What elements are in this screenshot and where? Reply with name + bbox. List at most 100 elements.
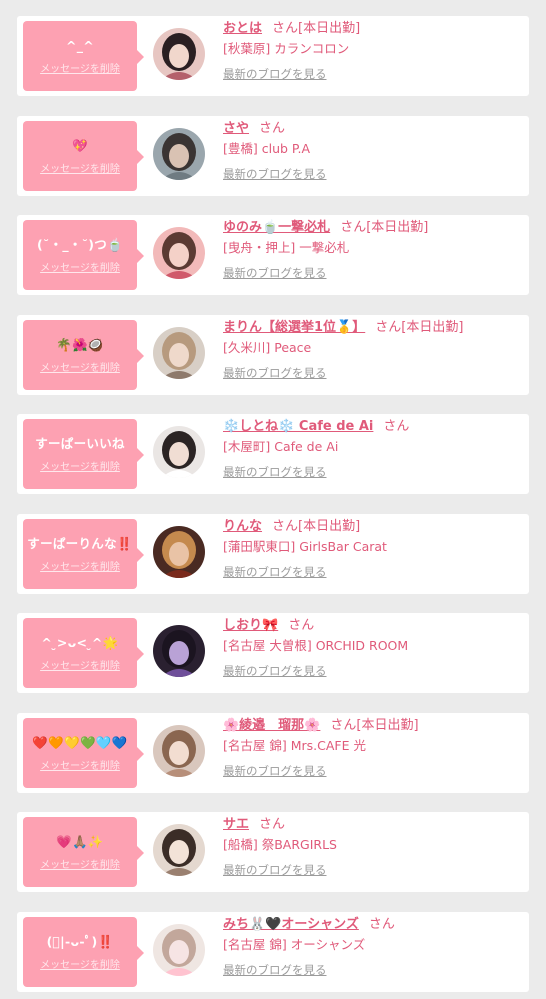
honorific: さん (383, 419, 410, 434)
message-list: ^_^ メッセージを削除 おとは さん[本日出勤] [秋葉原] カランコロン 最新… (0, 0, 546, 999)
avatar[interactable] (153, 725, 205, 777)
avatar[interactable] (153, 426, 205, 478)
profile-name-link[interactable]: まりん【総選挙1位🥇】 (223, 320, 365, 335)
message-card: (ﾟ|-ᴗ-ﾟ)‼️ メッセージを削除 みち🐰🖤オーシャンズ さん [名古屋 錦]… (17, 912, 529, 992)
delete-message-link[interactable]: メッセージを削除 (23, 259, 137, 274)
delete-message-link[interactable]: メッセージを削除 (23, 558, 137, 573)
profile-name-link[interactable]: りんな (223, 519, 262, 534)
status-badge: [本日出勤] (366, 220, 429, 235)
message-card: ^ ̮>ᴗ< ̮^🌟 メッセージを削除 しおり🎀 さん [名古屋 大曽根] ORC… (17, 613, 529, 693)
message-text: すーぱーいいね (35, 436, 125, 451)
latest-blog-link[interactable]: 最新のブログを見る (223, 663, 327, 679)
message-bubble: ^_^ メッセージを削除 (23, 21, 144, 91)
message-bubble: すーぱーりんな‼️ メッセージを削除 (23, 519, 144, 589)
message-text: 🌴🌺🥥 (56, 337, 104, 352)
delete-message-link[interactable]: メッセージを削除 (23, 856, 137, 871)
avatar[interactable] (153, 227, 205, 279)
avatar-photo (153, 28, 205, 80)
name-line: サエ さん (223, 814, 523, 835)
message-card: 💗🙏🏽✨ メッセージを削除 サエ さん [船橋] 祭BARGIRLS 最新のブログ… (17, 812, 529, 892)
latest-blog-link[interactable]: 最新のブログを見る (223, 464, 327, 480)
avatar-photo (153, 526, 205, 578)
shop-name: [名古屋 錦] Mrs.CAFE 光 (223, 738, 366, 753)
latest-blog-link[interactable]: 最新のブログを見る (223, 962, 327, 978)
delete-message-link[interactable]: メッセージを削除 (23, 956, 137, 971)
message-bubble: 💗🙏🏽✨ メッセージを削除 (23, 817, 144, 887)
status-badge: [本日出勤] (298, 519, 361, 534)
name-line: りんな さん[本日出勤] (223, 516, 523, 537)
avatar[interactable] (153, 924, 205, 976)
profile-info: ゆのみ🍵一撃必札 さん[本日出勤] [曳舟・押上] 一撃必札 最新のブログを見る (223, 217, 523, 281)
avatar[interactable] (153, 128, 205, 180)
profile-name-link[interactable]: ゆのみ🍵一撃必札 (223, 220, 330, 235)
message-text: 💗🙏🏽✨ (56, 834, 104, 849)
profile-name-link[interactable]: 🌸綾邉 瑠那🌸 (223, 718, 320, 733)
delete-message-link[interactable]: メッセージを削除 (23, 60, 137, 75)
name-line: しおり🎀 さん (223, 615, 523, 636)
message-text: 💖 (72, 138, 88, 153)
avatar[interactable] (153, 28, 205, 80)
message-bubble: ^ ̮>ᴗ< ̮^🌟 メッセージを削除 (23, 618, 144, 688)
honorific: さん (259, 121, 286, 136)
message-card: すーぱーいいね メッセージを削除 ❄️しとね❄️ Cafe de Ai さん [木… (17, 414, 529, 494)
profile-name-link[interactable]: ❄️しとね❄️ Cafe de Ai (223, 419, 373, 434)
avatar[interactable] (153, 625, 205, 677)
avatar-photo (153, 824, 205, 876)
latest-blog-link[interactable]: 最新のブログを見る (223, 763, 327, 779)
message-bubble: (˘・_・˘)つ🍵 メッセージを削除 (23, 220, 144, 290)
latest-blog-link[interactable]: 最新のブログを見る (223, 166, 327, 182)
profile-name-link[interactable]: おとは (223, 21, 262, 36)
latest-blog-link[interactable]: 最新のブログを見る (223, 265, 327, 281)
honorific: さん (368, 917, 395, 932)
message-card: ❤️🧡💛💚🩵💙 メッセージを削除 🌸綾邉 瑠那🌸 さん[本日出勤] [名古屋 錦]… (17, 713, 529, 793)
profile-info: りんな さん[本日出勤] [蒲田駅東口] GirlsBar Carat 最新のブロ… (223, 516, 523, 580)
profile-name-link[interactable]: サエ (223, 817, 249, 832)
profile-name-link[interactable]: さや (223, 121, 249, 136)
honorific: さん (272, 519, 299, 534)
message-text: すーぱーりんな‼️ (27, 536, 133, 551)
avatar-photo (153, 725, 205, 777)
honorific: さん (330, 718, 357, 733)
message-text: (ﾟ|-ᴗ-ﾟ)‼️ (46, 934, 114, 949)
latest-blog-link[interactable]: 最新のブログを見る (223, 365, 327, 381)
latest-blog-link[interactable]: 最新のブログを見る (223, 66, 327, 82)
name-line: 🌸綾邉 瑠那🌸 さん[本日出勤] (223, 715, 523, 736)
latest-blog-link[interactable]: 最新のブログを見る (223, 564, 327, 580)
avatar[interactable] (153, 327, 205, 379)
message-text: ^ ̮>ᴗ< ̮^🌟 (41, 635, 119, 650)
delete-message-link[interactable]: メッセージを削除 (23, 160, 137, 175)
profile-info: サエ さん [船橋] 祭BARGIRLS 最新のブログを見る (223, 814, 523, 878)
message-bubble: ❤️🧡💛💚🩵💙 メッセージを削除 (23, 718, 144, 788)
shop-name: [久米川] Peace (223, 340, 312, 355)
avatar-photo (153, 426, 205, 478)
delete-message-link[interactable]: メッセージを削除 (23, 359, 137, 374)
profile-info: おとは さん[本日出勤] [秋葉原] カランコロン 最新のブログを見る (223, 18, 523, 82)
shop-name: [木屋町] Cafe de Ai (223, 439, 339, 454)
name-line: みち🐰🖤オーシャンズ さん (223, 914, 523, 935)
profile-info: さや さん [豊橋] club P.A 最新のブログを見る (223, 118, 523, 182)
message-card: すーぱーりんな‼️ メッセージを削除 りんな さん[本日出勤] [蒲田駅東口] G… (17, 514, 529, 594)
profile-info: まりん【総選挙1位🥇】 さん[本日出勤] [久米川] Peace 最新のブログを見… (223, 317, 523, 381)
name-line: さや さん (223, 118, 523, 139)
avatar-photo (153, 227, 205, 279)
delete-message-link[interactable]: メッセージを削除 (23, 657, 137, 672)
avatar[interactable] (153, 526, 205, 578)
delete-message-link[interactable]: メッセージを削除 (23, 757, 137, 772)
delete-message-link[interactable]: メッセージを削除 (23, 458, 137, 473)
profile-info: みち🐰🖤オーシャンズ さん [名古屋 錦] オーシャンズ 最新のブログを見る (223, 914, 523, 978)
latest-blog-link[interactable]: 最新のブログを見る (223, 862, 327, 878)
message-bubble: 🌴🌺🥥 メッセージを削除 (23, 320, 144, 390)
profile-info: ❄️しとね❄️ Cafe de Ai さん [木屋町] Cafe de Ai 最新… (223, 416, 523, 480)
name-line: ❄️しとね❄️ Cafe de Ai さん (223, 416, 523, 437)
shop-name: [豊橋] club P.A (223, 141, 311, 156)
profile-name-link[interactable]: みち🐰🖤オーシャンズ (223, 917, 359, 932)
honorific: さん (272, 21, 299, 36)
avatar-photo (153, 625, 205, 677)
avatar-photo (153, 327, 205, 379)
message-card: 💖 メッセージを削除 さや さん [豊橋] club P.A 最新のブログを見る (17, 116, 529, 196)
avatar-photo (153, 128, 205, 180)
profile-name-link[interactable]: しおり🎀 (223, 618, 278, 633)
shop-name: [秋葉原] カランコロン (223, 41, 350, 56)
avatar[interactable] (153, 824, 205, 876)
shop-name: [名古屋 大曽根] ORCHID ROOM (223, 638, 409, 653)
